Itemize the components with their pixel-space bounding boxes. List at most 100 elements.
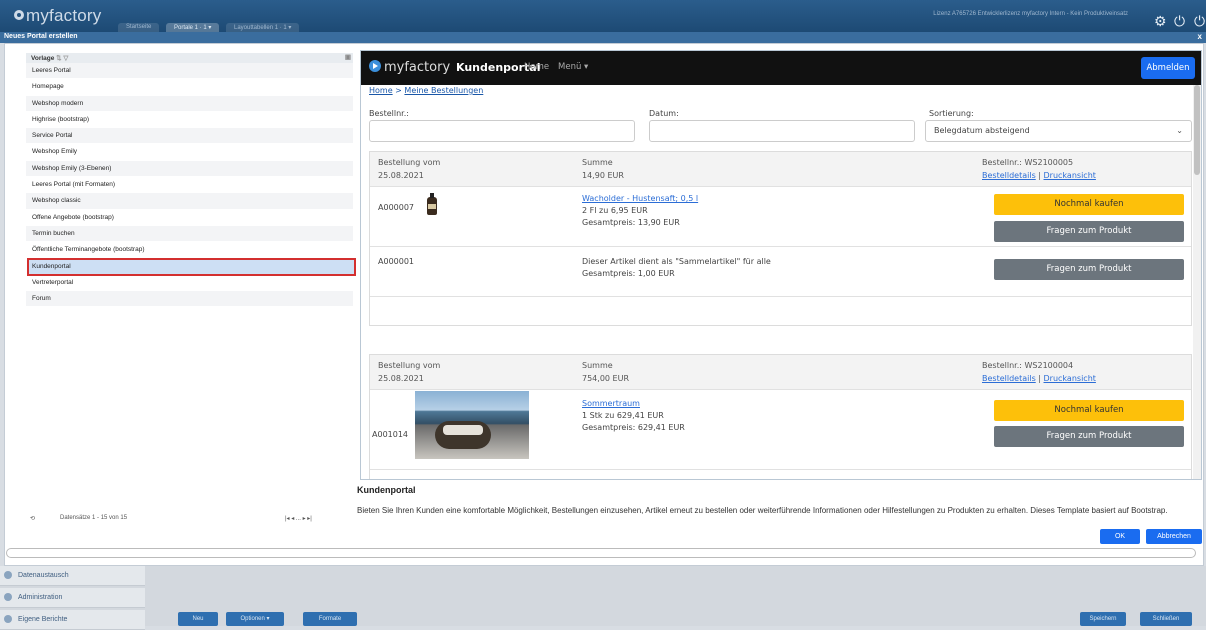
breadcrumb-orders[interactable]: Meine Bestellungen xyxy=(404,86,483,95)
template-item-webshop-modern[interactable]: Webshop modern xyxy=(26,95,353,112)
gear-icon[interactable]: ⚙ xyxy=(1154,14,1167,28)
item-quantity: 1 Stk zu 629,41 EUR xyxy=(582,411,664,420)
item-code: A000001 xyxy=(378,257,415,266)
gear-icon xyxy=(4,593,12,601)
item-code: A001014 xyxy=(372,430,409,439)
buy-again-button[interactable]: Nochmal kaufen xyxy=(994,400,1184,421)
item-total: Gesamtpreis: 13,90 EUR xyxy=(582,218,680,227)
nav-home[interactable]: Home xyxy=(524,62,549,72)
template-item-webshop-emily[interactable]: Webshop Emily xyxy=(26,144,353,161)
save-button[interactable]: Speichern xyxy=(1080,612,1126,626)
logout-icon[interactable]: ⏻ xyxy=(1194,14,1205,28)
template-item-webshop-emily-3-ebenen[interactable]: Webshop Emily (3-Ebenen) xyxy=(26,160,353,178)
logout-button[interactable]: Abmelden xyxy=(1141,57,1195,79)
date-input[interactable] xyxy=(649,120,915,142)
close-button[interactable]: Schließen xyxy=(1140,612,1192,626)
tab-portale[interactable]: Portale 1 · 1 ▾ xyxy=(166,23,220,32)
portal-brand[interactable]: myfactory xyxy=(369,60,450,75)
portal-preview: myfactory Kundenportal Home Menü ▾ Abmel… xyxy=(360,50,1202,480)
tab-layouttabellen[interactable]: Layouttabellen 1 · 1 ▾ xyxy=(226,23,300,32)
sidebar-item-eigene-berichte[interactable]: Eigene Berichte xyxy=(0,610,145,630)
license-text: Lizenz A765726 Entwicklerlizenz myfactor… xyxy=(933,11,1128,17)
order-header: Bestellung vom 25.08.2021 Summe 754,00 E… xyxy=(370,355,1191,390)
date-label: Datum: xyxy=(649,109,679,118)
product-image xyxy=(415,391,529,459)
order-details-link[interactable]: Bestelldetails xyxy=(982,171,1036,180)
template-item-kundenportal[interactable]: Kundenportal xyxy=(27,257,356,276)
print-view-link[interactable]: Druckansicht xyxy=(1044,171,1096,180)
options-button[interactable]: Optionen ▾ xyxy=(226,612,284,626)
item-name-link[interactable]: Wacholder - Hustensaft; 0,5 l xyxy=(582,194,698,203)
template-item-offene-angebote-bootstrap[interactable]: Offene Angebote (bootstrap) xyxy=(26,210,353,226)
formats-button[interactable]: Formate xyxy=(303,612,357,626)
pager-nav[interactable]: |◂ ◂ ... ▸ ▸| xyxy=(285,515,312,522)
breadcrumb: Home > Meine Bestellungen xyxy=(369,86,484,95)
order-date: 25.08.2021 xyxy=(378,374,424,383)
order-sum: 14,90 EUR xyxy=(582,171,624,180)
breadcrumb-home[interactable]: Home xyxy=(369,86,393,95)
pager-count: Datensätze 1 - 15 von 15 xyxy=(60,515,128,521)
template-item-leeres-portal-mit-formaten[interactable]: Leeres Portal (mit Formaten) xyxy=(26,177,353,194)
export-icon[interactable]: ▣ xyxy=(345,53,351,61)
product-question-button[interactable]: Fragen zum Produkt xyxy=(994,426,1184,447)
product-question-button[interactable]: Fragen zum Produkt xyxy=(994,221,1184,242)
chevron-down-icon: ⌄ xyxy=(1176,126,1183,135)
order-number-label: Bestellnr.: xyxy=(369,109,409,118)
tab-startseite[interactable]: Startseite xyxy=(118,23,160,32)
buy-again-button[interactable]: Nochmal kaufen xyxy=(994,194,1184,215)
dialog-title: Neues Portal erstellen xyxy=(4,33,78,40)
dialog-titlebar: Neues Portal erstellen x xyxy=(0,32,1206,43)
play-icon xyxy=(369,60,381,72)
list-header[interactable]: Vorlage ⇅ ▽ ▣ xyxy=(26,53,353,63)
report-icon xyxy=(4,615,12,623)
order-number: Bestellnr.: WS2100004 xyxy=(982,361,1074,370)
template-item-forum[interactable]: Forum xyxy=(26,291,353,308)
order-header: Bestellung vom 25.08.2021 Summe 14,90 EU… xyxy=(370,152,1191,187)
sidebar-item-datenaustausch[interactable]: Datenaustausch xyxy=(0,566,145,586)
order-sum: 754,00 EUR xyxy=(582,374,630,383)
order-item-row: A000001 Dieser Artikel dient als "Sammel… xyxy=(370,247,1191,297)
template-item-highrise-bootstrap[interactable]: Highrise (bootstrap) xyxy=(26,112,353,129)
item-code: A000007 xyxy=(378,203,415,212)
item-name-link[interactable]: Sommertraum xyxy=(582,399,640,408)
template-item-homepage[interactable]: Homepage xyxy=(26,79,353,96)
order-item-row: A000007 Wacholder - Hustensaft; 0,5 l 2 … xyxy=(370,187,1191,247)
refresh-icon[interactable]: ⟲ xyxy=(30,515,35,522)
order-number-input[interactable] xyxy=(369,120,635,142)
horizontal-scrollbar[interactable] xyxy=(6,548,1196,558)
item-quantity: 2 Fl zu 6,95 EUR xyxy=(582,206,648,215)
order-details-link[interactable]: Bestelldetails xyxy=(982,374,1036,383)
template-item-termin-buchen[interactable]: Termin buchen xyxy=(26,225,353,243)
portal-navbar: myfactory Kundenportal Home Menü ▾ Abmel… xyxy=(361,51,1201,85)
order-date: 25.08.2021 xyxy=(378,171,424,180)
item-name: Dieser Artikel dient als "Sammelartikel"… xyxy=(582,257,771,266)
order-card: Bestellung vom 25.08.2021 Summe 14,90 EU… xyxy=(369,151,1192,326)
template-item-service-portal[interactable]: Service Portal xyxy=(26,128,353,145)
exchange-icon xyxy=(4,571,12,579)
product-question-button[interactable]: Fragen zum Produkt xyxy=(994,259,1184,280)
item-total: Gesamtpreis: 629,41 EUR xyxy=(582,423,685,432)
order-item-row: A001014 Sommertraum 1 Stk zu 629,41 EUR … xyxy=(370,390,1191,470)
new-button[interactable]: Neu xyxy=(178,612,218,626)
preview-scrollbar[interactable] xyxy=(1193,85,1201,479)
description-title: Kundenportal xyxy=(357,485,416,495)
item-total: Gesamtpreis: 1,00 EUR xyxy=(582,269,675,278)
ok-button[interactable]: OK xyxy=(1100,529,1140,544)
app-logo[interactable]: myfactory xyxy=(14,6,101,26)
nav-menu[interactable]: Menü ▾ xyxy=(558,62,588,72)
print-view-link[interactable]: Druckansicht xyxy=(1044,374,1096,383)
template-list: Vorlage ⇅ ▽ ▣ Leeres Portal Homepage Websh… xyxy=(26,53,356,483)
template-item-webshop-classic[interactable]: Webshop classic xyxy=(26,193,353,210)
template-item-leeres-portal[interactable]: Leeres Portal xyxy=(26,63,353,80)
sidebar-item-administration[interactable]: Administration xyxy=(0,588,145,608)
sort-select[interactable]: Belegdatum absteigend ⌄ xyxy=(925,120,1192,142)
power-icon[interactable]: ⏻ xyxy=(1174,14,1185,28)
product-image xyxy=(427,193,437,215)
template-item-vertreterportal[interactable]: Vertreterportal xyxy=(26,275,353,292)
close-icon[interactable]: x xyxy=(1198,32,1202,41)
order-card: Bestellung vom 25.08.2021 Summe 754,00 E… xyxy=(369,354,1192,479)
template-item-öffentliche-terminangebote-bootstrap[interactable]: Öffentliche Terminangebote (bootstrap) xyxy=(26,242,353,259)
order-number: Bestellnr.: WS2100005 xyxy=(982,158,1074,167)
cancel-button[interactable]: Abbrechen xyxy=(1146,529,1202,544)
description-text: Bieten Sie Ihren Kunden eine komfortable… xyxy=(357,506,1168,515)
